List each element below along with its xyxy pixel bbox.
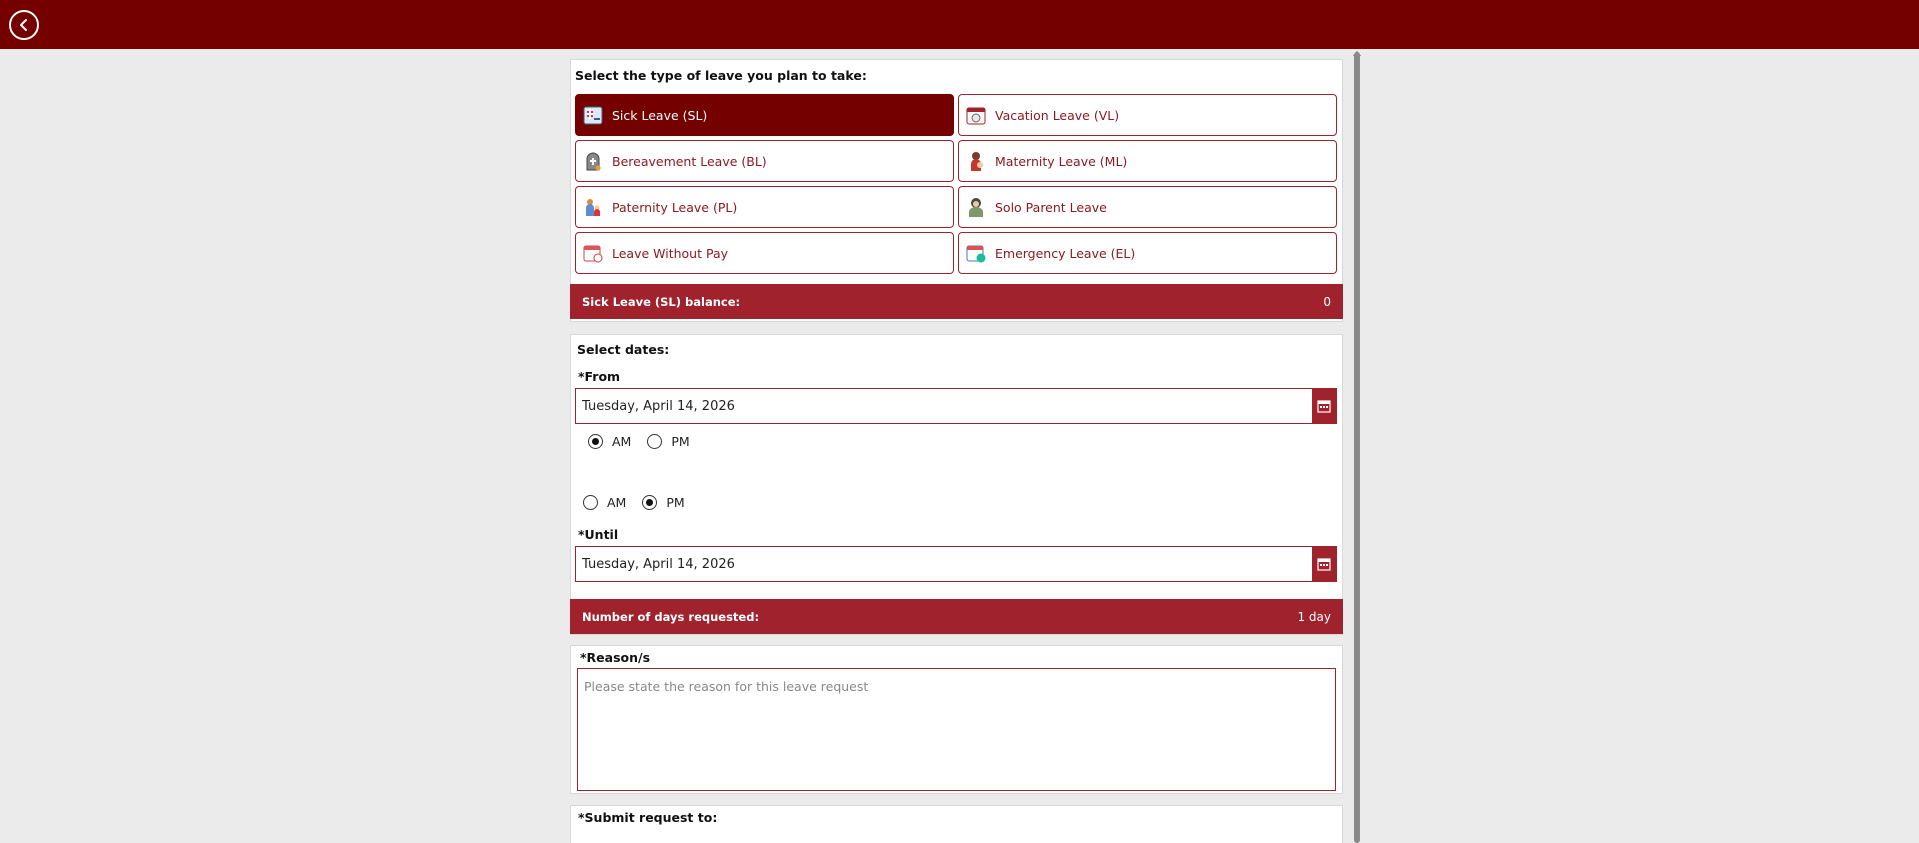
submit-to-label: *Submit request to: [578, 810, 718, 825]
bereavement-leave-icon [586, 152, 601, 171]
leave-option-bereavement[interactable]: Bereavement Leave (BL) [575, 140, 954, 182]
leave-option-label: Sick Leave (SL) [612, 107, 708, 123]
back-button[interactable] [9, 10, 39, 40]
leave-option-label: Paternity Leave (PL) [612, 199, 738, 215]
from-am-label: AM [612, 434, 632, 449]
until-pm-radio[interactable]: PM [642, 495, 685, 510]
leave-type-prompt: Select the type of leave you plan to tak… [575, 68, 867, 83]
maternity-leave-icon [971, 152, 983, 171]
days-requested-bar: Number of days requested: 1 day [570, 599, 1343, 634]
leave-balance-value: 0 [1323, 294, 1331, 309]
from-date-field[interactable]: Tuesday, April 14, 2026 [575, 388, 1337, 424]
until-pm-label: PM [666, 495, 685, 510]
until-date-field[interactable]: Tuesday, April 14, 2026 [575, 546, 1337, 582]
leave-option-vacation[interactable]: Vacation Leave (VL) [958, 94, 1337, 136]
scrollbar-thumb[interactable] [1354, 52, 1360, 843]
calendar-icon [1317, 558, 1331, 571]
from-label: *From [578, 369, 621, 384]
top-bar [0, 0, 1919, 49]
leave-option-paternity[interactable]: Paternity Leave (PL) [575, 186, 954, 228]
leave-option-label: Solo Parent Leave [995, 199, 1107, 215]
sick-leave-icon [583, 106, 603, 125]
leave-option-sick[interactable]: Sick Leave (SL) [575, 94, 954, 136]
from-calendar-button[interactable] [1312, 389, 1336, 423]
from-am-radio[interactable]: AM [588, 434, 631, 449]
leave-option-label: Vacation Leave (VL) [995, 107, 1120, 123]
dates-title: Select dates: [577, 342, 670, 357]
from-pm-label: PM [671, 434, 690, 449]
paternity-leave-icon [586, 199, 600, 216]
until-am-radio[interactable]: AM [583, 495, 626, 510]
days-requested-label: Number of days requested: [582, 609, 760, 624]
calendar-icon [1317, 400, 1331, 413]
until-am-label: AM [607, 495, 627, 510]
vacation-leave-icon [966, 107, 986, 125]
leave-without-pay-icon [583, 245, 603, 263]
leave-balance-label: Sick Leave (SL) balance: [582, 294, 741, 309]
leave-option-solo-parent[interactable]: Solo Parent Leave [958, 186, 1337, 228]
leave-balance-bar: Sick Leave (SL) balance: 0 [570, 284, 1343, 319]
radio-circle [583, 495, 598, 510]
leave-option-emergency[interactable]: Emergency Leave (EL) [958, 232, 1337, 274]
until-label: *Until [578, 527, 619, 542]
leave-option-label: Emergency Leave (EL) [995, 245, 1136, 261]
from-pm-radio[interactable]: PM [647, 434, 690, 449]
reason-textarea[interactable]: Please state the reason for this leave r… [577, 668, 1336, 791]
radio-circle [588, 434, 603, 449]
chevron-left-icon [20, 19, 27, 31]
until-calendar-button[interactable] [1312, 547, 1336, 581]
radio-circle [647, 434, 663, 449]
until-ampm-group: AM PM [583, 495, 701, 510]
leave-option-maternity[interactable]: Maternity Leave (ML) [958, 140, 1337, 182]
reason-label: *Reason/s [580, 650, 651, 665]
leave-option-label: Leave Without Pay [612, 245, 729, 261]
radio-circle [642, 495, 658, 510]
leave-option-label: Bereavement Leave (BL) [612, 153, 767, 169]
from-date-value: Tuesday, April 14, 2026 [582, 398, 735, 414]
reason-placeholder: Please state the reason for this leave r… [584, 679, 869, 694]
from-ampm-group: AM PM [588, 434, 706, 449]
dates-panel [570, 334, 1343, 635]
solo-parent-leave-icon [969, 198, 983, 217]
leave-option-without-pay[interactable]: Leave Without Pay [575, 232, 954, 274]
until-date-value: Tuesday, April 14, 2026 [582, 556, 735, 572]
emergency-leave-icon [966, 245, 986, 263]
days-requested-value: 1 day [1297, 609, 1331, 624]
leave-option-label: Maternity Leave (ML) [995, 153, 1128, 169]
